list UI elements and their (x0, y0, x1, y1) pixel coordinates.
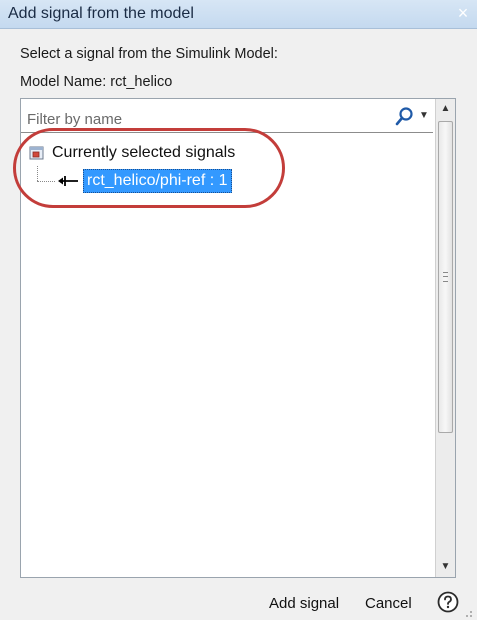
dialog-window: Add signal from the model × Select a sig… (0, 0, 477, 620)
add-signal-button[interactable]: Add signal (269, 595, 339, 612)
help-icon[interactable] (437, 591, 459, 613)
select-prompt-label: Select a signal from the Simulink Model: (20, 46, 278, 62)
dialog-footer: Add signal Cancel (0, 576, 477, 620)
signal-tree: Currently selected signals rct_helico/ph… (13, 128, 433, 576)
title-bar: Add signal from the model × (0, 0, 477, 29)
window-title: Add signal from the model (8, 5, 194, 22)
model-name-label: Model Name: rct_helico (20, 74, 173, 90)
resize-grip-icon[interactable] (461, 606, 473, 618)
filter-input[interactable] (21, 99, 391, 131)
signal-line-icon (58, 176, 78, 186)
close-icon[interactable]: × (453, 3, 473, 23)
annotation-highlight-ring (13, 128, 285, 208)
tree-connector (37, 181, 55, 182)
vertical-scrollbar[interactable]: ▲ ▼ (435, 99, 455, 577)
selected-signal-item[interactable]: rct_helico/phi-ref : 1 (83, 169, 232, 193)
signal-browser-panel: ▼ Currently selected signals rct_helico/… (13, 98, 456, 578)
scroll-thumb[interactable] (438, 121, 453, 433)
cancel-button[interactable]: Cancel (365, 595, 412, 612)
tree-root-label: Currently selected signals (52, 144, 236, 161)
tree-connector (37, 166, 38, 181)
model-icon (29, 146, 44, 160)
scroll-down-arrow-icon[interactable]: ▼ (436, 557, 455, 577)
search-options-chevron-icon[interactable]: ▼ (417, 105, 431, 127)
scroll-up-arrow-icon[interactable]: ▲ (436, 99, 455, 119)
search-icon[interactable] (394, 105, 416, 127)
filter-bar: ▼ (21, 99, 433, 133)
scroll-grip-icon (443, 272, 448, 282)
